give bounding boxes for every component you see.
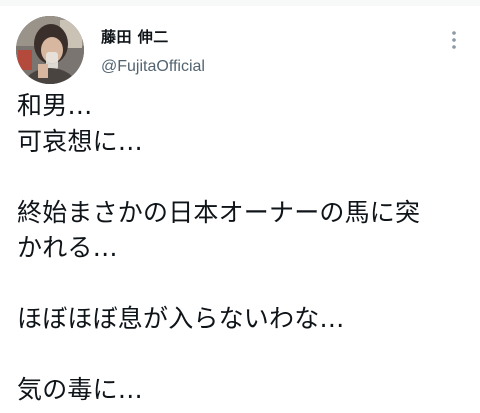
author-handle[interactable]: @FujitaOfficial bbox=[101, 58, 205, 76]
tweet-line: 終始まさかの日本オーナーの馬に突 bbox=[17, 197, 421, 227]
top-edge bbox=[0, 0, 480, 6]
tweet-line bbox=[17, 337, 473, 373]
author-display-name[interactable]: 藤田 伸二 bbox=[101, 26, 169, 47]
tweet-text: 和男… 可哀想に… 終始まさかの日本オーナーの馬に突 かれる… ほぼほぼ息が入ら… bbox=[17, 88, 473, 408]
tweet-line bbox=[17, 159, 473, 195]
tweet-line: ほぼほぼ息が入らないわな… bbox=[17, 304, 345, 333]
tweet-line: 和男… bbox=[17, 91, 93, 120]
avatar-photo bbox=[16, 16, 84, 84]
avatar[interactable] bbox=[16, 16, 84, 84]
more-options-button[interactable] bbox=[442, 28, 466, 52]
tweet-line bbox=[17, 266, 473, 302]
tweet-line: 気の毒に… bbox=[17, 375, 144, 404]
tweet-line: 可哀想に… bbox=[17, 126, 144, 156]
tweet-line: かれる… bbox=[17, 233, 118, 262]
more-vertical-icon bbox=[452, 31, 456, 49]
author-name-row[interactable]: 藤田 伸二 bbox=[101, 26, 169, 47]
